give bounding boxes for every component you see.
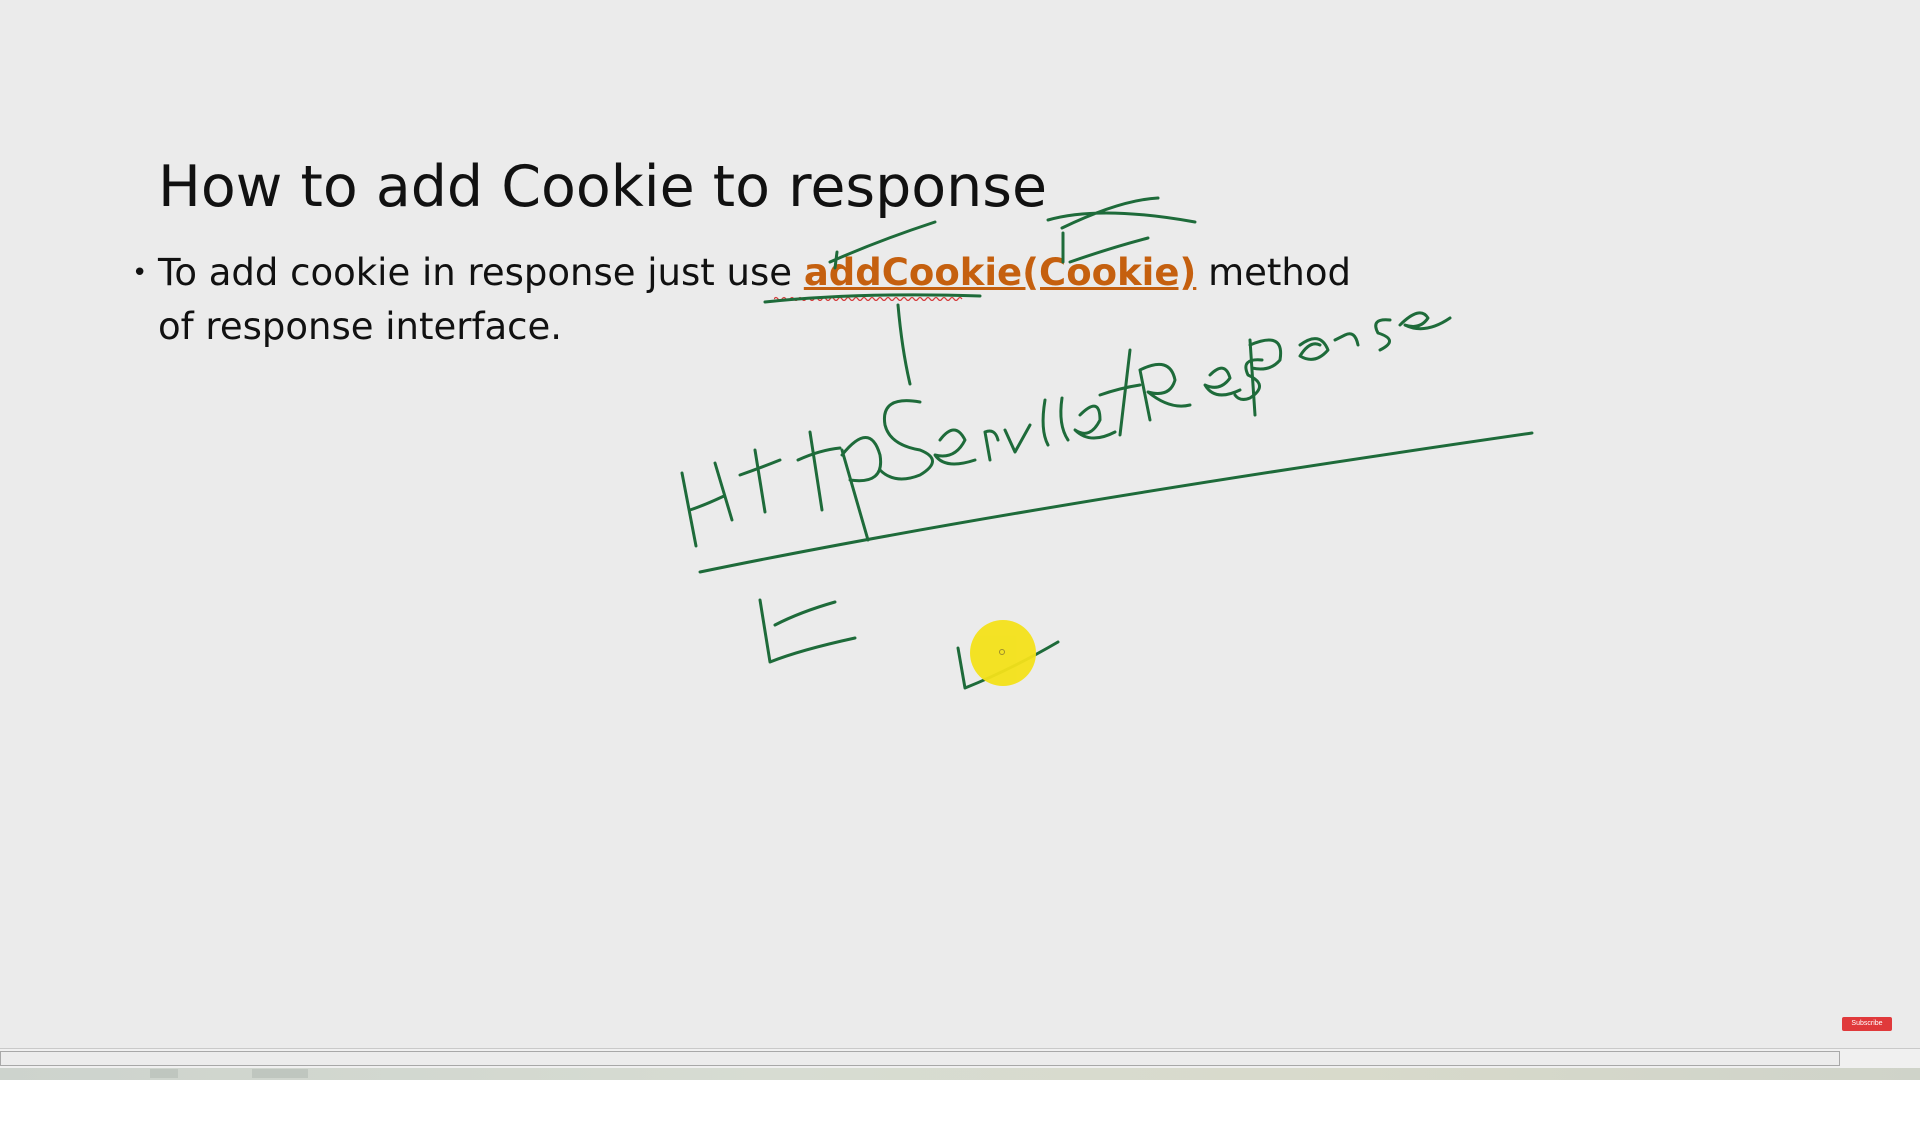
bullet-marker: • xyxy=(132,258,148,288)
slide-title: How to add Cookie to response xyxy=(158,154,1048,220)
horizontal-scrollbar[interactable] xyxy=(0,1048,1920,1068)
bullet-text-before: To add cookie in response just use xyxy=(158,251,804,294)
scrollbar-thumb[interactable] xyxy=(0,1051,1840,1066)
subscribe-badge[interactable]: Subscribe xyxy=(1842,1017,1892,1031)
taskbar-item[interactable] xyxy=(150,1069,178,1078)
slide-canvas: How to add Cookie to response • To add c… xyxy=(0,0,1920,1048)
method-highlight: addCookie(Cookie) xyxy=(803,251,1197,294)
laser-pointer-center xyxy=(999,649,1005,655)
laser-pointer xyxy=(970,620,1036,686)
ink-long-underline xyxy=(698,431,1534,574)
spellcheck-squiggle xyxy=(774,296,963,301)
bullet-item: • To add cookie in response just use add… xyxy=(132,246,1358,354)
ink-mark-l-left xyxy=(758,598,857,664)
taskbar-item[interactable] xyxy=(252,1069,308,1078)
